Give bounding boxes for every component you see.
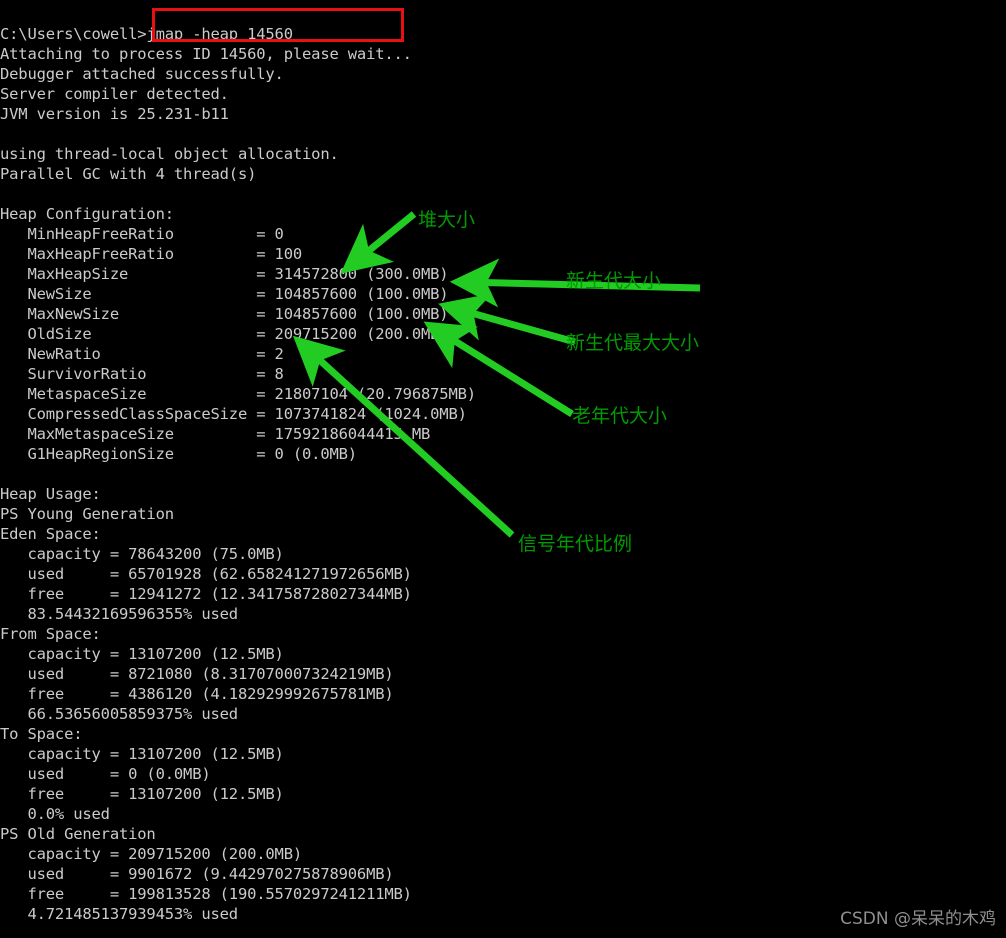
annotation-young-gen-max-size: 新生代最大大小 [566,332,700,354]
terminal-line: PS Young Generation [0,504,174,523]
terminal-line: free = 12941272 (12.341758728027344MB) [0,584,412,603]
terminal-line: OldSize = 209715200 (200.0MB) [0,324,449,343]
terminal-line: JVM version is 25.231-b11 [0,104,229,123]
terminal-line: free = 4386120 (4.182929992675781MB) [0,684,394,703]
csdn-watermark: CSDN @呆呆的木鸡 [840,909,996,929]
terminal-line: used = 8721080 (8.317070007324219MB) [0,664,394,683]
terminal-line: used = 9901672 (9.442970275878906MB) [0,864,394,883]
terminal-line: NewRatio = 2 [0,344,284,363]
terminal-line: capacity = 13107200 (12.5MB) [0,644,284,663]
terminal-line: MaxHeapSize = 314572800 (300.0MB) [0,264,449,283]
terminal-window: C:\Users\cowell>jmap -heap 14560 Attachin… [0,0,1006,938]
terminal-line: Heap Configuration: [0,204,174,223]
annotation-heap-size: 堆大小 [418,209,476,231]
command-highlight-box [152,8,404,42]
terminal-line: MaxMetaspaceSize = 17592186044415 MB [0,424,431,443]
terminal-line: capacity = 209715200 (200.0MB) [0,844,303,863]
terminal-line: 83.54432169596355% used [0,604,238,623]
terminal-line: MinHeapFreeRatio = 0 [0,224,284,243]
terminal-line: used = 65701928 (62.658241271972656MB) [0,564,412,583]
terminal-line: MaxHeapFreeRatio = 100 [0,244,303,263]
terminal-line: From Space: [0,624,101,643]
terminal-line: Attaching to process ID 14560, please wa… [0,44,412,63]
terminal-line: MaxNewSize = 104857600 (100.0MB) [0,304,449,323]
terminal-line: used = 0 (0.0MB) [0,764,211,783]
terminal-line: free = 13107200 (12.5MB) [0,784,284,803]
annotation-survivor-ratio: 信号年代比例 [518,533,633,555]
terminal-line: Parallel GC with 4 thread(s) [0,164,257,183]
terminal-line: MetaspaceSize = 21807104 (20.796875MB) [0,384,476,403]
terminal-line: capacity = 13107200 (12.5MB) [0,744,284,763]
terminal-line: 0.0% used [0,804,110,823]
terminal-line: Heap Usage: [0,484,101,503]
annotation-young-gen-size: 新生代大小 [566,270,662,292]
terminal-line: capacity = 78643200 (75.0MB) [0,544,284,563]
terminal-line: PS Old Generation [0,824,156,843]
terminal-line: Debugger attached successfully. [0,64,284,83]
terminal-line: To Space: [0,724,83,743]
terminal-line: using thread-local object allocation. [0,144,339,163]
terminal-line: SurvivorRatio = 8 [0,364,284,383]
annotation-old-gen-size: 老年代大小 [572,405,668,427]
terminal-line: G1HeapRegionSize = 0 (0.0MB) [0,444,357,463]
terminal-line: CompressedClassSpaceSize = 1073741824 (1… [0,404,467,423]
terminal-line: NewSize = 104857600 (100.0MB) [0,284,449,303]
terminal-output: C:\Users\cowell>jmap -heap 14560 Attachin… [0,24,1006,924]
terminal-line: Server compiler detected. [0,84,229,103]
terminal-line: C:\Users\cowell>jmap -heap 14560 [0,24,293,43]
terminal-line: free = 199813528 (190.5570297241211MB) [0,884,412,903]
terminal-line: Eden Space: [0,524,101,543]
terminal-line: 66.53656005859375% used [0,704,238,723]
